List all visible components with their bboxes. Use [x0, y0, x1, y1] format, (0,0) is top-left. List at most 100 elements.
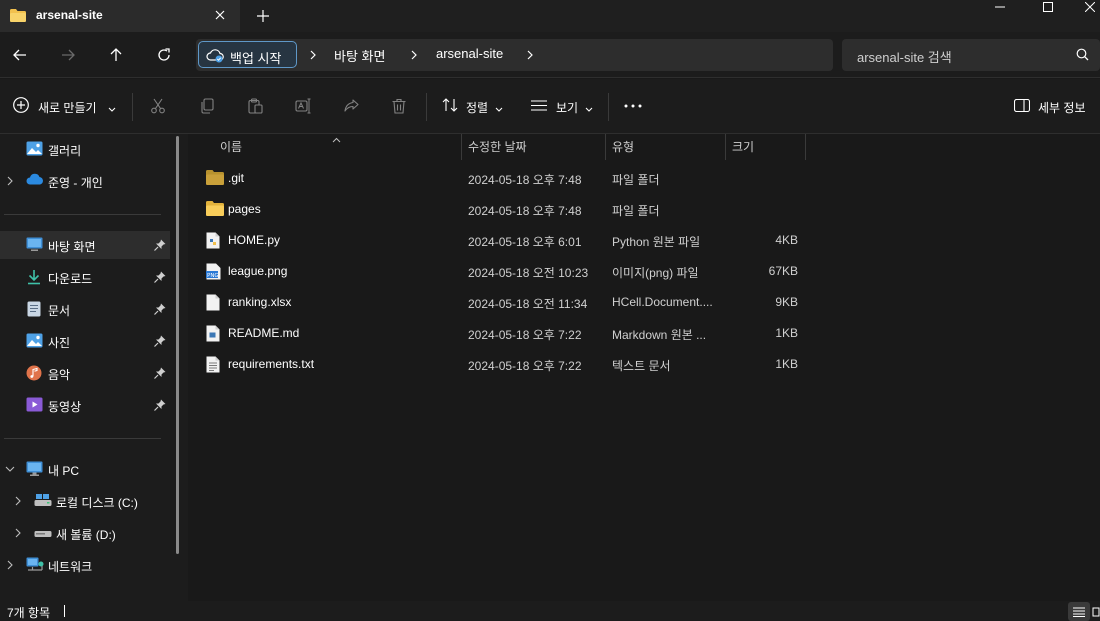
column-header-name[interactable]: 이름 — [220, 138, 242, 155]
pin-icon[interactable] — [154, 335, 166, 347]
sidebar-item-label: 음악 — [48, 368, 71, 382]
tab-title: arsenal-site — [36, 8, 103, 22]
back-arrow-icon[interactable] — [7, 42, 33, 68]
crumb-desktop[interactable]: 바탕 화면 — [334, 46, 385, 65]
search-icon[interactable] — [1076, 48, 1089, 64]
status-bar: 7개 항목 — [0, 601, 1100, 621]
rename-icon[interactable] — [292, 95, 314, 117]
search-input[interactable]: arsenal-site 검색 — [842, 39, 1100, 71]
sort-button[interactable]: 정렬 — [440, 93, 506, 119]
status-divider — [64, 605, 65, 617]
sidebar-item-downloads[interactable]: 다운로드 — [0, 263, 170, 291]
sidebar-item-videos[interactable]: 동영상 — [0, 391, 170, 419]
backup-label: 백업 시작 — [230, 51, 282, 66]
minimize-icon[interactable] — [988, 0, 1012, 14]
file-size: 4KB — [775, 233, 798, 247]
backup-button[interactable]: 백업 시작 — [198, 41, 297, 68]
file-date: 2024-05-18 오후 7:22 — [468, 328, 582, 342]
sidebar-item-network[interactable]: 네트워크 — [0, 551, 170, 579]
file-row[interactable]: .git 2024-05-18 오후 7:48 파일 폴더 — [202, 163, 802, 193]
file-type: 텍스트 문서 — [612, 359, 671, 373]
file-name: pages — [228, 202, 261, 216]
file-row[interactable]: ranking.xlsx 2024-05-18 오전 11:34 HCell.D… — [202, 287, 802, 317]
document-icon — [27, 301, 45, 317]
scrollbar[interactable] — [176, 136, 179, 554]
file-size: 9KB — [775, 295, 798, 309]
sidebar-item-onedrive[interactable]: 준영 - 개인 — [0, 167, 170, 195]
chevron-down-icon[interactable] — [4, 463, 16, 475]
pin-icon[interactable] — [154, 399, 166, 411]
copy-icon[interactable] — [196, 95, 218, 117]
details-view-icon[interactable] — [1068, 602, 1090, 621]
sidebar-item-gallery[interactable]: 갤러리 — [0, 135, 170, 163]
column-divider[interactable] — [461, 134, 462, 160]
new-tab-icon[interactable] — [252, 5, 274, 27]
pin-icon[interactable] — [154, 367, 166, 379]
column-divider[interactable] — [605, 134, 606, 160]
file-date: 2024-05-18 오후 7:48 — [468, 173, 582, 187]
sidebar-item-pictures[interactable]: 사진 — [0, 327, 170, 355]
sidebar-item-desktop[interactable]: 바탕 화면 — [0, 231, 170, 259]
file-type: Markdown 원본 ... — [612, 328, 707, 342]
column-header-type[interactable]: 유형 — [612, 138, 634, 155]
chevron-right-icon[interactable] — [12, 527, 24, 539]
chevron-down-icon — [585, 102, 593, 116]
paste-icon[interactable] — [244, 95, 266, 117]
more-options-icon[interactable] — [620, 93, 646, 119]
pictures-icon — [26, 333, 44, 349]
file-row[interactable]: pages 2024-05-18 오후 7:48 파일 폴더 — [202, 194, 802, 224]
column-divider[interactable] — [725, 134, 726, 160]
sidebar-item-local-disk-c[interactable]: 로컬 디스크 (C:) — [0, 487, 170, 515]
view-button[interactable]: 보기 — [530, 93, 596, 119]
chevron-right-icon[interactable] — [4, 175, 16, 187]
cut-icon[interactable] — [147, 95, 169, 117]
close-tab-icon[interactable] — [210, 5, 230, 25]
column-divider[interactable] — [805, 134, 806, 160]
new-button[interactable]: 새로 만들기 — [8, 93, 120, 119]
title-bar: arsenal-site — [0, 0, 1100, 32]
sort-ascending-icon — [332, 132, 341, 146]
pin-icon[interactable] — [154, 239, 166, 251]
plus-circle-icon — [12, 96, 30, 117]
details-pane-button[interactable]: 세부 정보 — [1012, 93, 1094, 119]
pin-icon[interactable] — [154, 303, 166, 315]
file-name: requirements.txt — [228, 357, 315, 371]
share-icon[interactable] — [340, 95, 362, 117]
file-name: ranking.xlsx — [228, 295, 292, 309]
chevron-right-icon[interactable] — [4, 559, 16, 571]
image-file-icon: PNG — [206, 263, 224, 280]
file-type: HCell.Document.... — [612, 295, 713, 309]
maximize-icon[interactable] — [1036, 0, 1060, 14]
crumb-arsenal-site[interactable]: arsenal-site — [436, 46, 503, 61]
file-row[interactable]: HOME.py 2024-05-18 오후 6:01 Python 원본 파일 … — [202, 225, 802, 255]
tiles-view-icon[interactable] — [1092, 602, 1100, 621]
chevron-right-icon[interactable] — [306, 47, 320, 63]
divider — [608, 93, 609, 121]
refresh-icon[interactable] — [151, 42, 177, 68]
sidebar-item-label: 갤러리 — [48, 144, 82, 158]
sidebar-item-this-pc[interactable]: 내 PC — [0, 455, 170, 483]
file-row[interactable]: README.md 2024-05-18 오후 7:22 Markdown 원본… — [202, 318, 802, 348]
svg-text:PNG: PNG — [207, 273, 219, 279]
pin-icon[interactable] — [154, 271, 166, 283]
file-row[interactable]: PNG league.png 2024-05-18 오전 10:23 이미지(p… — [202, 256, 802, 286]
close-window-icon[interactable] — [1080, 0, 1100, 14]
column-header-date[interactable]: 수정한 날짜 — [468, 138, 527, 155]
column-header-size[interactable]: 크기 — [732, 138, 754, 155]
cloud-backup-icon — [206, 48, 224, 66]
chevron-right-icon[interactable] — [12, 495, 24, 507]
forward-arrow-icon[interactable] — [55, 42, 81, 68]
tab-arsenal-site[interactable]: arsenal-site — [0, 0, 240, 32]
sidebar-item-label: 사진 — [48, 336, 71, 350]
breadcrumb[interactable]: 백업 시작 바탕 화면 arsenal-site — [196, 39, 833, 71]
up-arrow-icon[interactable] — [103, 42, 129, 68]
file-name: league.png — [228, 264, 288, 278]
sidebar-item-new-volume-d[interactable]: 새 볼륨 (D:) — [0, 519, 170, 547]
delete-icon[interactable] — [388, 95, 410, 117]
sidebar-item-documents[interactable]: 문서 — [0, 295, 170, 323]
sidebar-item-music[interactable]: 음악 — [0, 359, 170, 387]
chevron-right-icon[interactable] — [523, 47, 537, 63]
file-row[interactable]: requirements.txt 2024-05-18 오후 7:22 텍스트 … — [202, 349, 802, 379]
chevron-down-icon — [108, 102, 116, 116]
chevron-right-icon[interactable] — [407, 47, 421, 63]
